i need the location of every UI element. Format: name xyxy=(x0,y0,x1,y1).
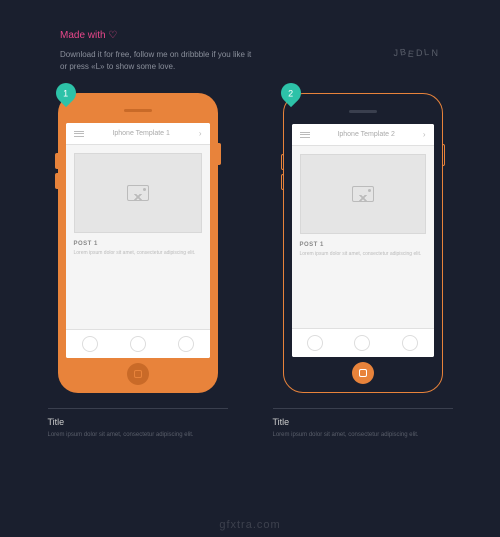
heart-icon: ♡ xyxy=(108,30,117,41)
nav-bar: Iphone Template 1 › xyxy=(66,123,210,145)
content-area: POST 1 Lorem ipsum dolor sit amet, conse… xyxy=(292,146,434,328)
tab-item[interactable] xyxy=(130,336,146,352)
made-with-text: Made with xyxy=(60,30,106,41)
post-title: POST 1 xyxy=(300,242,426,248)
chevron-right-icon[interactable]: › xyxy=(423,130,426,139)
made-with-label: Made with ♡ xyxy=(60,30,440,41)
caption-title: Title xyxy=(273,417,453,427)
image-placeholder xyxy=(74,153,202,233)
home-square-icon xyxy=(359,369,367,377)
tab-bar xyxy=(292,328,434,357)
watermark: gfxtra.com xyxy=(219,519,280,531)
speaker-icon xyxy=(349,110,377,113)
caption-block: Title Lorem ipsum dolor sit amet, consec… xyxy=(273,408,453,440)
brand-logo: JBEDLN xyxy=(393,48,440,58)
phone-body: Iphone Template 2 › POST 1 Lorem ipsum d… xyxy=(283,93,443,393)
post-body: Lorem ipsum dolor sit amet, consectetur … xyxy=(300,251,426,258)
caption-title: Title xyxy=(48,417,228,427)
nav-title: Iphone Template 1 xyxy=(112,130,169,137)
hamburger-icon[interactable] xyxy=(74,131,84,137)
nav-bar: Iphone Template 2 › xyxy=(292,124,434,146)
power-button xyxy=(442,144,445,166)
badge-number: 1 xyxy=(63,88,68,98)
screen: Iphone Template 1 › POST 1 Lorem ipsum d… xyxy=(66,123,210,358)
chevron-right-icon[interactable]: › xyxy=(199,129,202,138)
image-placeholder xyxy=(300,154,426,234)
power-button xyxy=(218,143,221,165)
header: Made with ♡ Download it for free, follow… xyxy=(0,0,500,73)
home-button[interactable] xyxy=(352,362,374,384)
phone-mockup-2: 2 Iphone Template 2 › POST 1 Lorem ipsum… xyxy=(273,93,453,393)
volume-up-button xyxy=(55,153,58,169)
post-body: Lorem ipsum dolor sit amet, consectetur … xyxy=(74,250,202,257)
volume-down-button xyxy=(55,173,58,189)
tab-item[interactable] xyxy=(178,336,194,352)
picture-icon xyxy=(352,186,374,202)
phone-mockup-1: 1 Iphone Template 1 › POST 1 Lorem ipsum… xyxy=(48,93,228,393)
caption-body: Lorem ipsum dolor sit amet, consectetur … xyxy=(48,431,228,440)
home-square-icon xyxy=(134,370,142,378)
screen: Iphone Template 2 › POST 1 Lorem ipsum d… xyxy=(292,124,434,357)
home-button[interactable] xyxy=(127,363,149,385)
subtitle: Download it for free, follow me on dribb… xyxy=(60,49,260,73)
caption-body: Lorem ipsum dolor sit amet, consectetur … xyxy=(273,431,453,440)
tab-item[interactable] xyxy=(402,335,418,351)
post-title: POST 1 xyxy=(74,241,202,247)
speaker-icon xyxy=(124,109,152,112)
captions-row: Title Lorem ipsum dolor sit amet, consec… xyxy=(0,393,500,440)
volume-up-button xyxy=(281,154,284,170)
caption-block: Title Lorem ipsum dolor sit amet, consec… xyxy=(48,408,228,440)
phones-row: 1 Iphone Template 1 › POST 1 Lorem ipsum… xyxy=(0,73,500,393)
badge-number: 2 xyxy=(288,88,293,98)
hamburger-icon[interactable] xyxy=(300,132,310,138)
tab-item[interactable] xyxy=(354,335,370,351)
tab-bar xyxy=(66,329,210,358)
nav-title: Iphone Template 2 xyxy=(337,131,394,138)
phone-body: Iphone Template 1 › POST 1 Lorem ipsum d… xyxy=(58,93,218,393)
tab-item[interactable] xyxy=(307,335,323,351)
picture-icon xyxy=(127,185,149,201)
content-area: POST 1 Lorem ipsum dolor sit amet, conse… xyxy=(66,145,210,329)
tab-item[interactable] xyxy=(82,336,98,352)
volume-down-button xyxy=(281,174,284,190)
